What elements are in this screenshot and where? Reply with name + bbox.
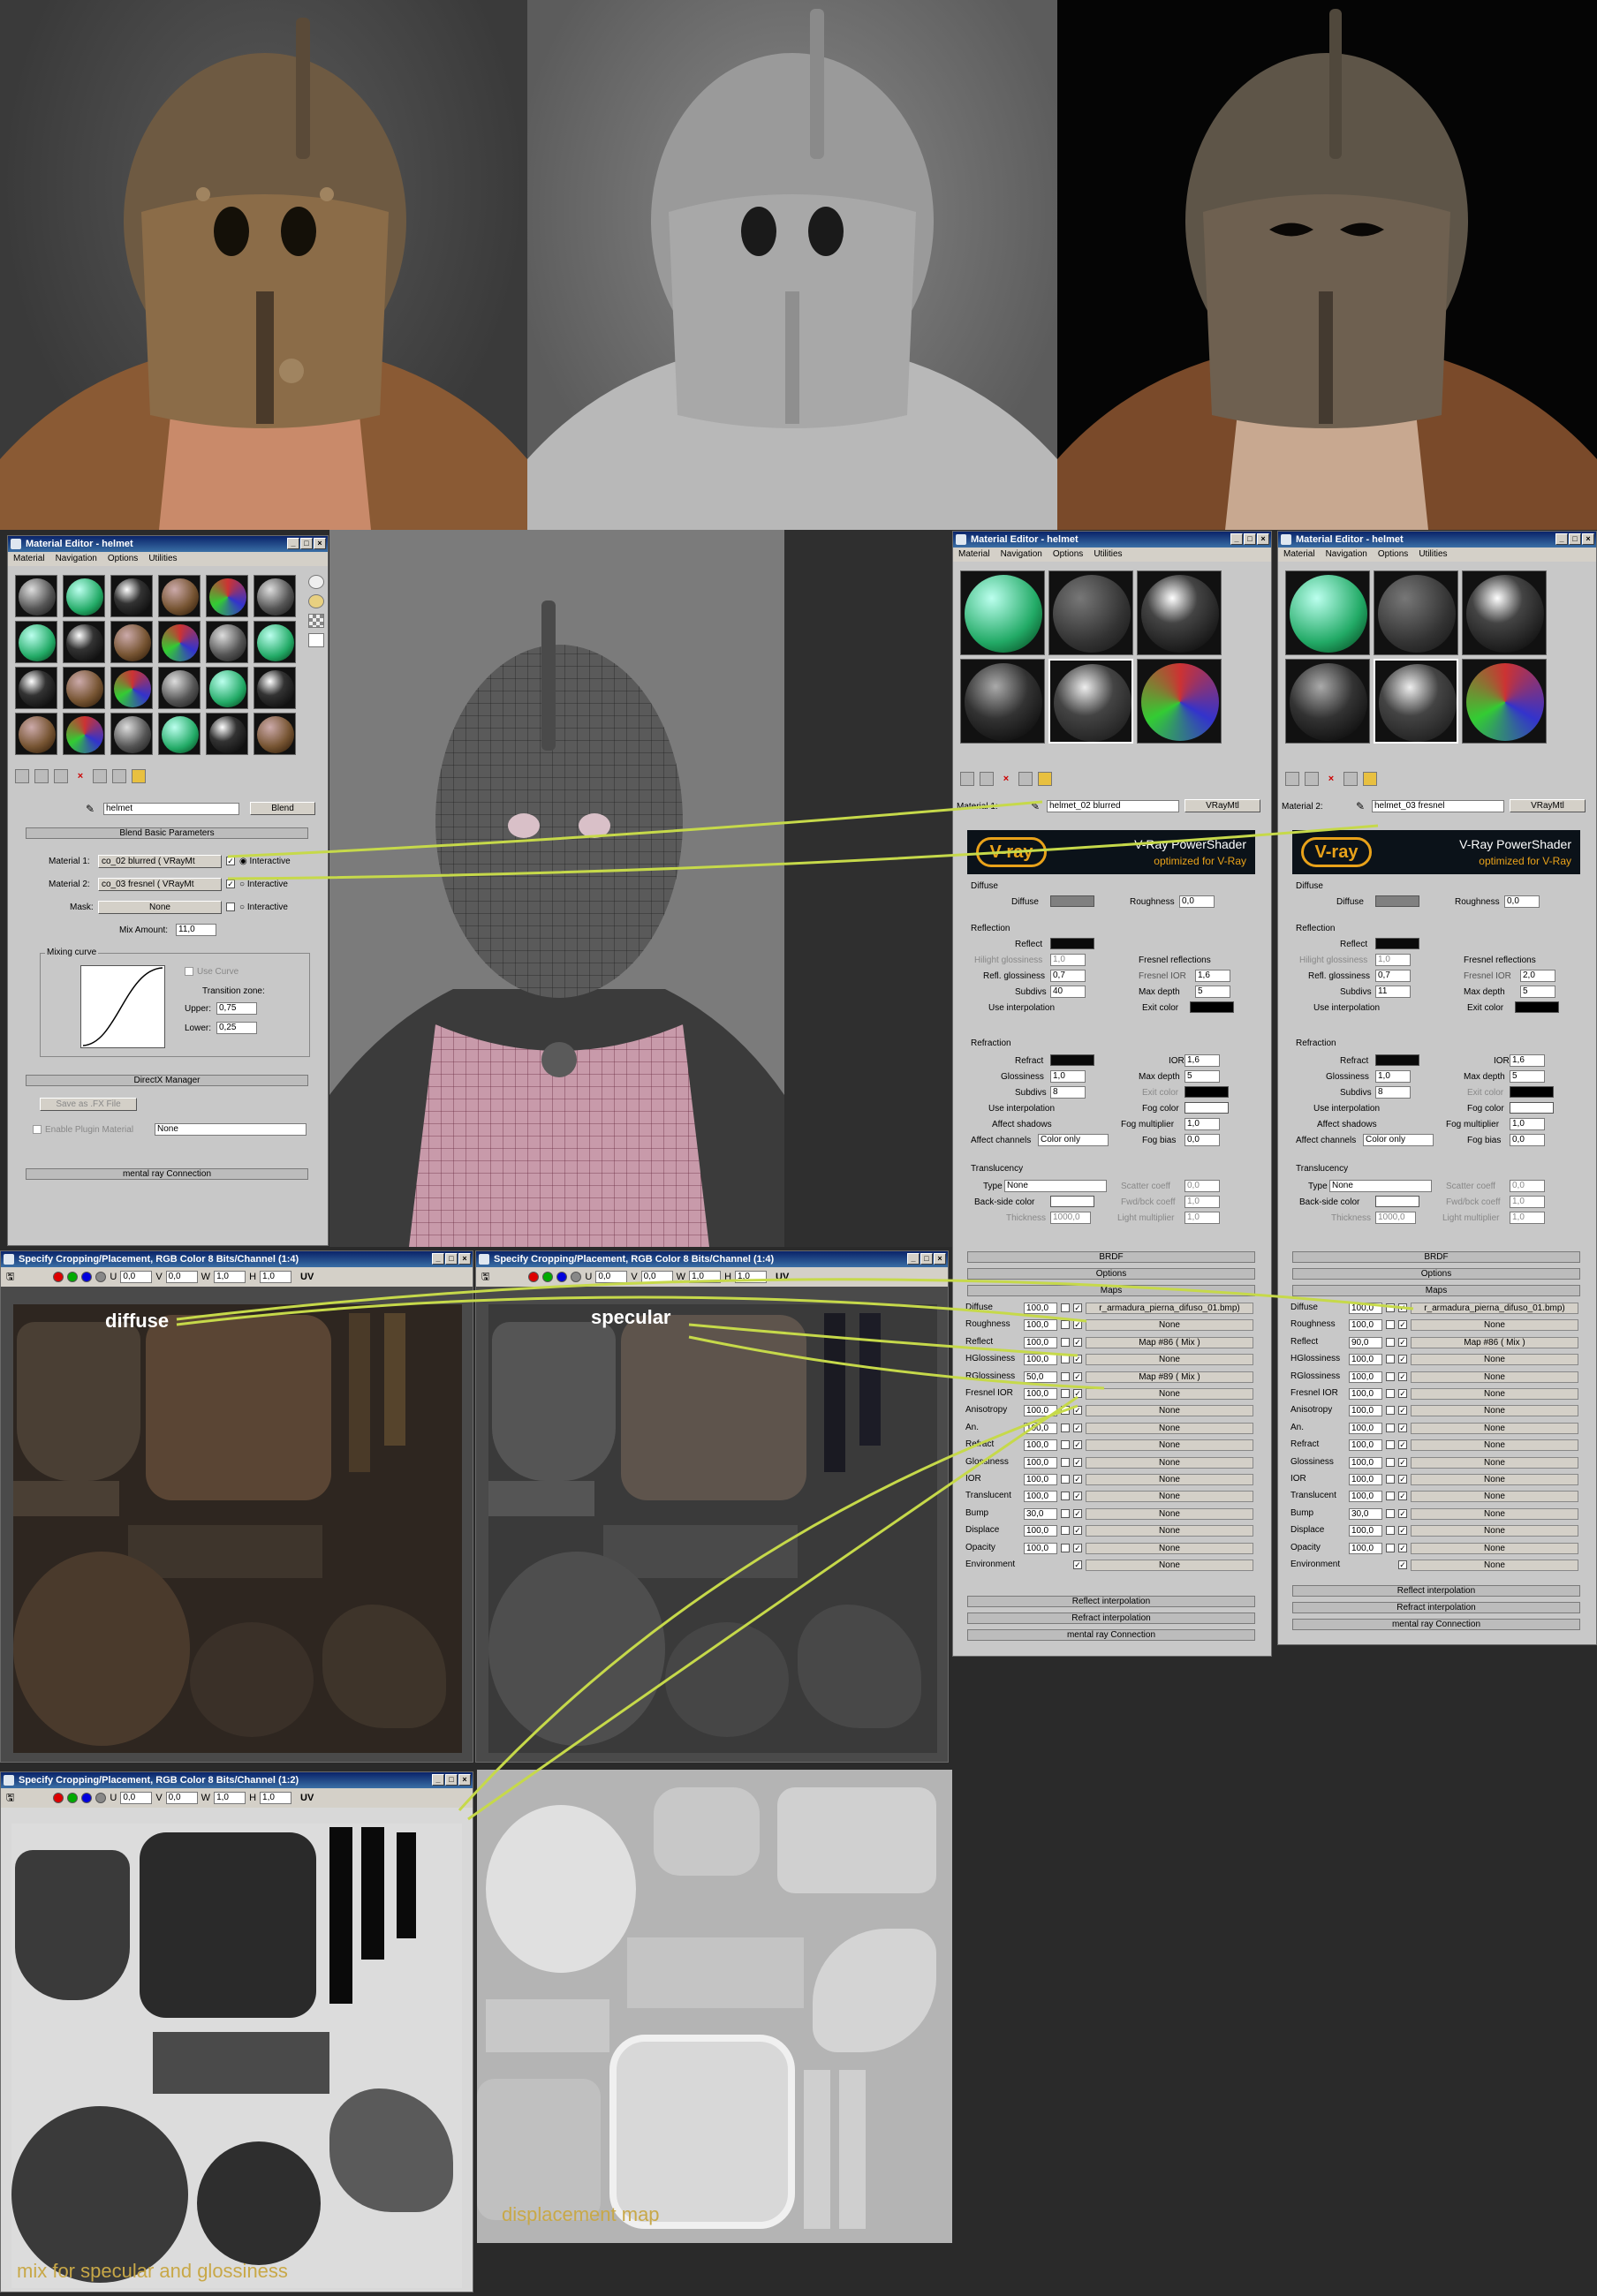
connector-diffuse-1 [176,1295,1087,1326]
connector-specular-2 [688,1335,1105,1390]
connector-mix-2 [467,1395,1079,1821]
connector-specular-1 [688,1323,1079,1357]
connector-mat1 [227,800,1043,858]
connector-mat2 [227,824,1379,880]
annotation-connectors [176,800,1414,1821]
